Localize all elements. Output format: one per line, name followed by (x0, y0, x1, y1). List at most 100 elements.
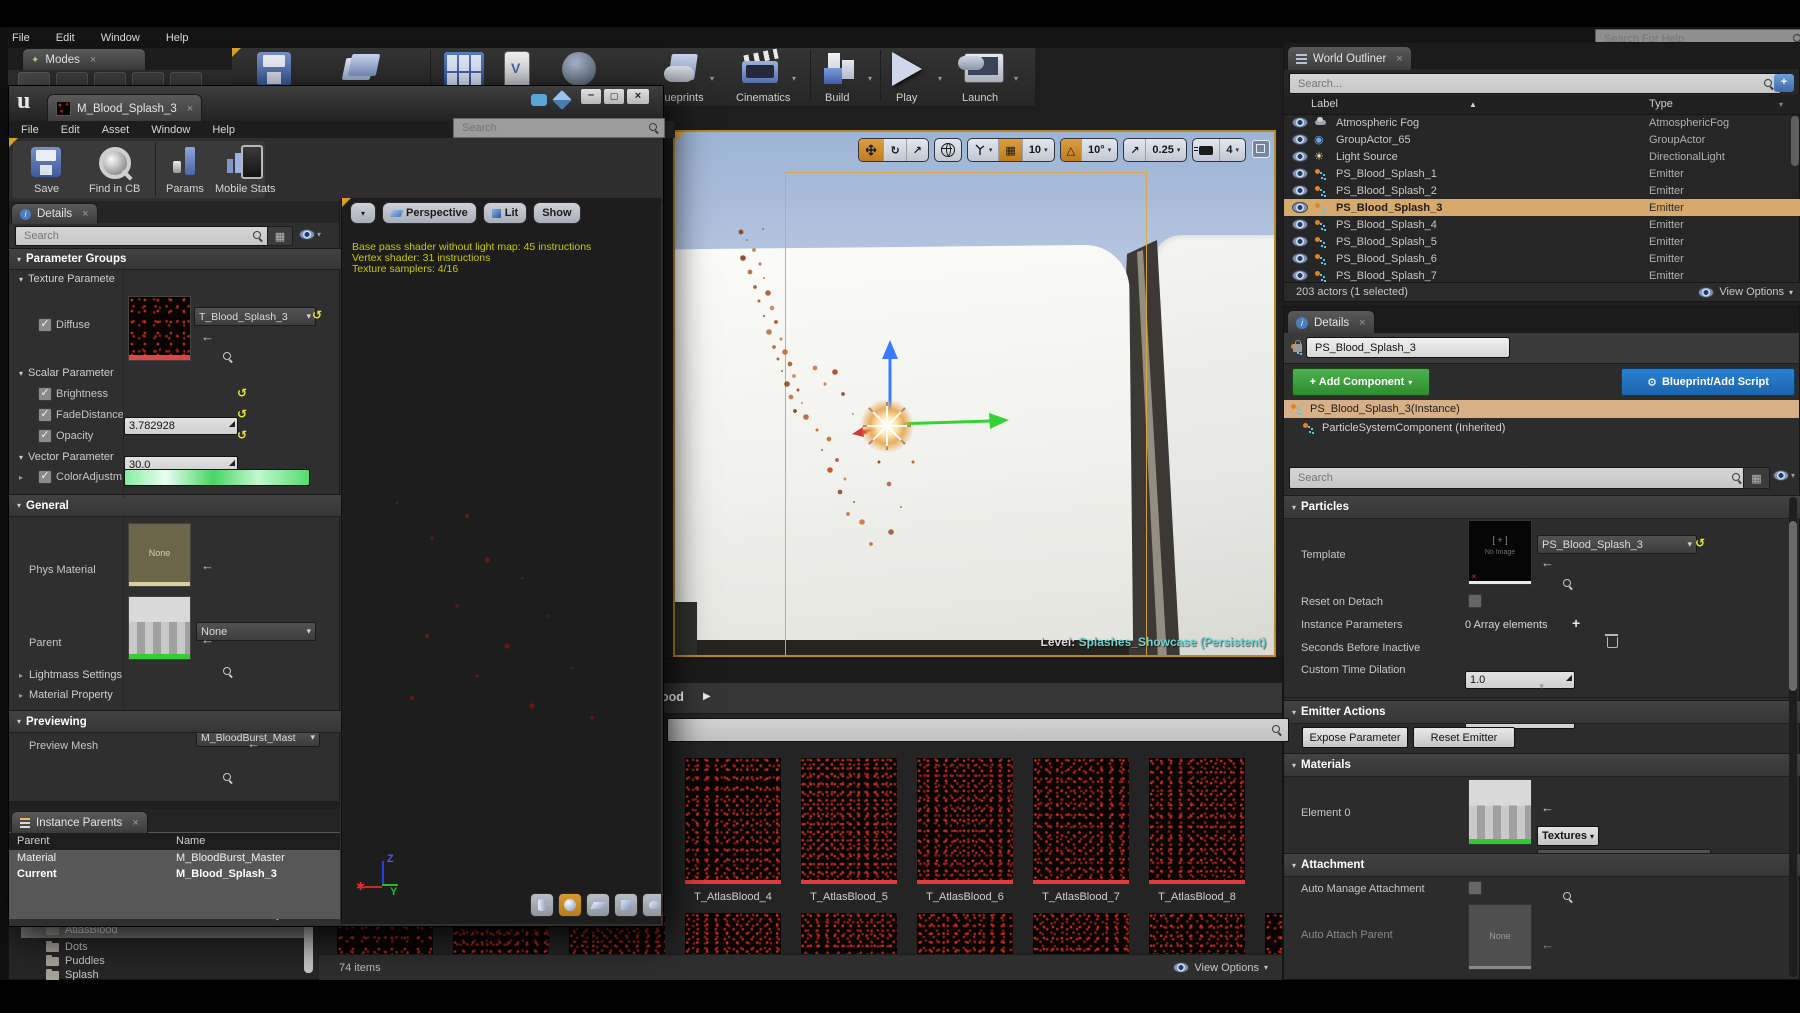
column-name[interactable]: Name (176, 835, 205, 847)
asset-tile[interactable] (685, 913, 781, 954)
group-vector-parameter[interactable]: ▾Vector Parameter (19, 451, 114, 463)
material-details-search[interactable] (15, 226, 269, 246)
grid-snap-value[interactable]: 10▾ (1022, 139, 1054, 161)
rotation-snap-toggle[interactable]: △ (1061, 139, 1081, 161)
material-property-row[interactable]: ▸Material Property (19, 689, 113, 701)
diffuse-checkbox[interactable] (38, 318, 52, 332)
browse-back-icon[interactable]: ← (247, 738, 260, 750)
asset-tile[interactable] (917, 913, 1013, 954)
asset-tile[interactable] (917, 758, 1013, 885)
browse-back-icon[interactable]: ← (201, 560, 214, 572)
section-emitter-actions[interactable]: ▾Emitter Actions (1284, 700, 1800, 724)
panel-splitter[interactable] (9, 801, 340, 809)
reset-to-default-icon[interactable]: ↺ (1695, 537, 1705, 549)
cb-view-options[interactable]: View Options▾ (1173, 962, 1268, 974)
fadedistance-checkbox[interactable] (38, 408, 52, 422)
column-label[interactable]: Label (1311, 98, 1338, 110)
close-icon[interactable]: × (90, 54, 96, 66)
trash-icon[interactable] (1607, 637, 1618, 648)
expose-parameter-button[interactable]: Expose Parameter (1302, 727, 1408, 748)
parent-thumbnail[interactable] (128, 596, 191, 660)
outliner-row-selected[interactable]: PS_Blood_Splash_3Emitter (1284, 199, 1800, 216)
asset-tile[interactable] (685, 758, 781, 885)
section-previewing[interactable]: ▾Previewing (9, 710, 347, 733)
outliner-row[interactable]: PS_Blood_Splash_6Emitter (1284, 250, 1800, 267)
asset-search-bar[interactable] (667, 718, 1289, 742)
view-options-eye[interactable]: ▾ (299, 229, 321, 240)
auto-manage-attachment-checkbox[interactable] (1468, 881, 1482, 895)
toolbar-blueprints-button[interactable]: lueprints ▾ (662, 50, 724, 104)
find-in-cb-button[interactable]: Find in CB (87, 145, 151, 197)
visibility-eye-icon[interactable] (1292, 134, 1308, 145)
template-dropdown[interactable]: PS_Blood_Splash_3 (1537, 535, 1697, 554)
diffuse-thumbnail[interactable] (128, 296, 191, 361)
reset-to-default-icon[interactable]: ↺ (237, 429, 247, 441)
lock-icon[interactable] (1293, 344, 1302, 352)
toolbar-launch-button[interactable]: Launch ▾ (954, 50, 1020, 104)
snap-widget-button[interactable]: ▾ (968, 139, 999, 161)
asset-tile[interactable] (1033, 913, 1129, 954)
find-in-browser-icon[interactable] (223, 667, 233, 677)
save-button[interactable]: Save (23, 145, 87, 197)
tab-instance-parents[interactable]: Instance Parents × (11, 811, 148, 833)
mobile-stats-button[interactable]: Mobile Stats (215, 145, 287, 197)
tab-details[interactable]: i Details × (1287, 310, 1375, 334)
asset-tile[interactable] (1149, 913, 1245, 954)
visibility-eye-icon[interactable] (1292, 151, 1308, 162)
coloradjust-checkbox[interactable] (38, 470, 52, 484)
menu-edit[interactable]: Edit (61, 124, 80, 136)
asset-tile[interactable] (801, 913, 897, 954)
opacity-checkbox[interactable] (38, 429, 52, 443)
close-icon[interactable]: × (82, 208, 88, 220)
layers-icon[interactable] (552, 90, 572, 110)
level-viewport[interactable]: ↻ ↗ ▾ ▦ 10▾ △ 10°▾ (673, 130, 1276, 657)
diffuse-texture-dropdown[interactable]: T_Blood_Splash_3 (194, 307, 316, 326)
details-scrollbar[interactable] (1789, 521, 1797, 691)
outliner-row[interactable]: Atmospheric FogAtmosphericFog (1284, 114, 1800, 131)
breadcrumb[interactable]: ood (661, 690, 684, 704)
toolbar-build-button[interactable]: Build ▾ (818, 50, 874, 104)
expand-advanced-button[interactable]: ▾ (1284, 681, 1799, 698)
section-materials[interactable]: ▾Materials (1284, 753, 1800, 777)
folder-row[interactable]: Puddles (21, 954, 305, 968)
toolbar-cinematics-button[interactable]: Cinematics ▾ (730, 50, 800, 104)
menu-window[interactable]: Window (151, 124, 190, 136)
visibility-eye-icon[interactable] (1292, 202, 1308, 213)
column-parent[interactable]: Parent (17, 835, 49, 847)
phys-material-thumbnail[interactable]: None (128, 523, 191, 587)
close-icon[interactable]: × (1359, 317, 1365, 329)
source-control-icon[interactable] (342, 52, 378, 86)
coloradjust-gradient[interactable] (124, 469, 310, 486)
group-scalar-parameter[interactable]: ▾Scalar Parameter (19, 367, 114, 379)
asset-tile[interactable] (1033, 758, 1129, 885)
column-type[interactable]: Type (1649, 98, 1673, 110)
section-parameter-groups[interactable]: ▾Parameter Groups (9, 248, 347, 270)
minimize-button[interactable]: – (581, 89, 601, 104)
reset-to-default-icon[interactable]: ↺ (312, 309, 322, 321)
close-icon[interactable]: × (187, 103, 193, 115)
details-search-input[interactable] (1296, 471, 1728, 485)
toolbar-play-button[interactable]: Play ▾ (884, 50, 946, 104)
group-texture-parameter[interactable]: ▾Texture Paramete (19, 273, 115, 285)
save-all-icon[interactable] (257, 52, 291, 86)
material-details-search-input[interactable] (22, 229, 249, 243)
window-titlebar[interactable]: u M_Blood_Splash_3 × – ▢ × (9, 86, 663, 121)
details-search[interactable] (1289, 467, 1749, 489)
outliner-search-input[interactable] (1296, 77, 1760, 91)
menu-asset[interactable]: Asset (102, 124, 130, 136)
close-button[interactable]: × (627, 89, 649, 104)
add-level-icon[interactable]: + (1774, 74, 1794, 92)
rotate-tool-button[interactable]: ↻ (883, 139, 905, 161)
visibility-eye-icon[interactable] (1292, 117, 1308, 128)
tree-scrollbar[interactable] (304, 921, 313, 973)
camera-speed-value[interactable]: 4▾ (1219, 139, 1245, 161)
menu-help[interactable]: Help (166, 32, 189, 44)
details-view-options[interactable]: ▾ (1773, 470, 1795, 481)
maximize-viewport-button[interactable] (1252, 140, 1270, 158)
browse-back-icon[interactable]: ← (201, 634, 214, 646)
outliner-row[interactable]: PS_Blood_Splash_5Emitter (1284, 233, 1800, 250)
actor-name-input[interactable] (1313, 341, 1503, 355)
asset-tile[interactable] (1149, 758, 1245, 885)
outliner-view-options[interactable]: View Options▾ (1698, 286, 1793, 298)
blueprint-add-script-button[interactable]: ⚙Blueprint/Add Script (1621, 368, 1795, 396)
